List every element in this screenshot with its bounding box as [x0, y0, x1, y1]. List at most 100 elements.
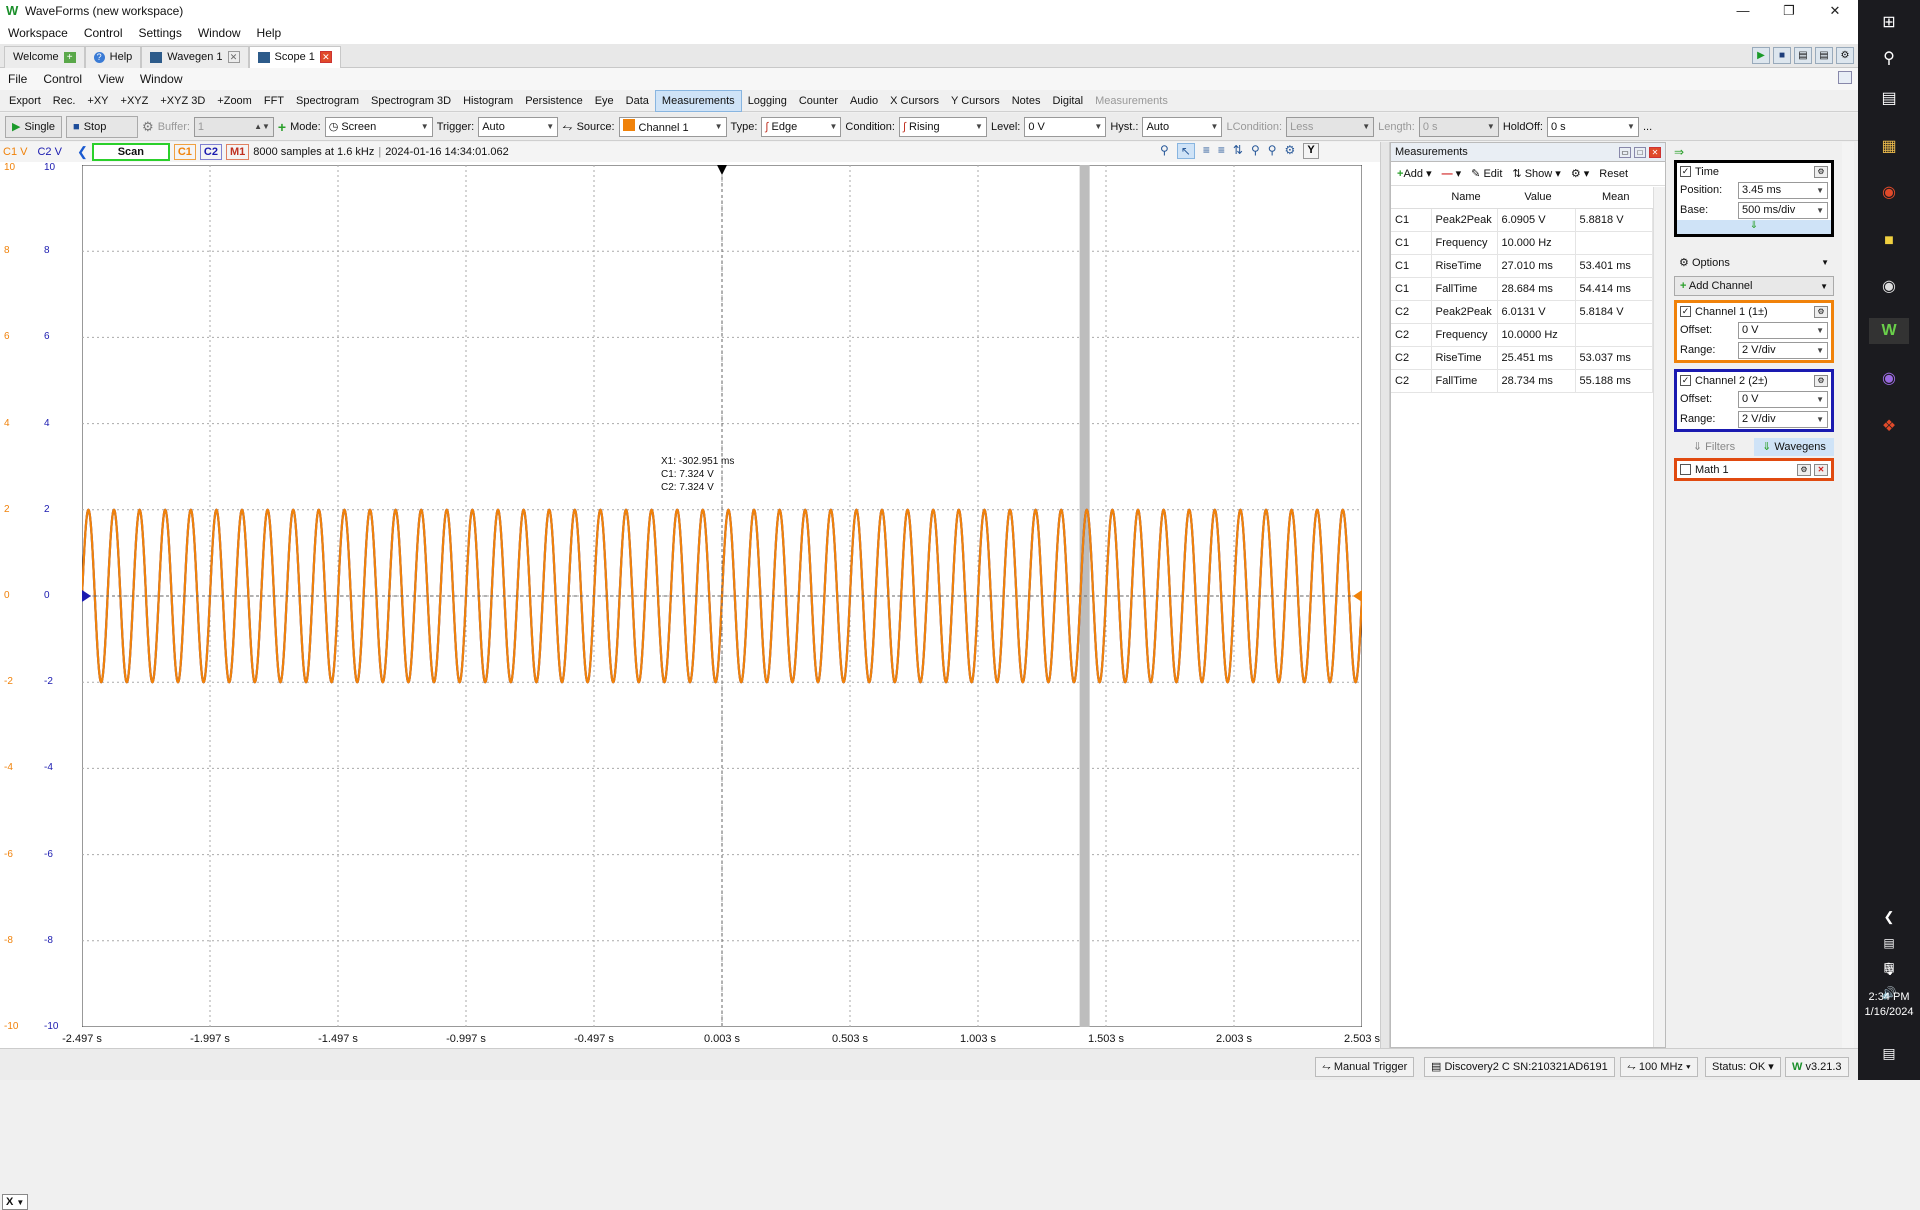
stop-button[interactable]: ■ Stop — [66, 115, 139, 138]
tab-filters[interactable]: ⇓ Filters — [1674, 438, 1754, 456]
splitter[interactable] — [1380, 142, 1390, 1048]
condition-select[interactable]: ∫ Rising ▼ — [898, 116, 987, 137]
holdoff-select[interactable]: 0 s ▼ — [1546, 116, 1639, 137]
chrome-icon[interactable]: ◉ — [1876, 180, 1902, 206]
base-select[interactable]: 500 ms/div ▼ — [1738, 201, 1828, 219]
tab-wavegens[interactable]: ⇓ Wavegens — [1754, 438, 1834, 456]
options-button[interactable]: ⚙ Options ▼ — [1674, 252, 1834, 272]
math1-settings-icon[interactable]: ⚙ — [1797, 463, 1811, 476]
restore-button[interactable]: ❐ — [1766, 0, 1812, 22]
view-export[interactable]: Export — [3, 91, 47, 111]
align-icon[interactable]: ≡ — [1203, 143, 1210, 159]
close-tab-icon[interactable]: ✕ — [319, 51, 332, 63]
view-data[interactable]: Data — [620, 91, 655, 111]
stop-all-icon[interactable]: ■ — [1773, 47, 1791, 64]
trigger-select[interactable]: Auto ▼ — [478, 116, 559, 137]
menu-control[interactable]: Control — [35, 68, 90, 90]
trigger-icon[interactable]: ⥊ — [562, 119, 572, 135]
notifications-icon[interactable]: ▤ — [1876, 1040, 1902, 1066]
channel1-checkbox[interactable]: ✓ — [1680, 306, 1691, 317]
x-axis-button[interactable]: X ▼ — [2, 1194, 28, 1210]
single-button[interactable]: ▶ Single — [5, 115, 63, 138]
collapse-arrow-icon[interactable]: ⇒ — [1674, 145, 1684, 159]
view-spectrogram[interactable]: Spectrogram — [290, 91, 365, 111]
run-all-icon[interactable]: ▶ — [1752, 47, 1770, 64]
chevron-left-icon[interactable]: ❮ — [1876, 904, 1902, 930]
sticky-notes-icon[interactable]: ■ — [1876, 228, 1902, 254]
tab-welcome[interactable]: Welcome + — [4, 45, 85, 68]
math1-checkbox[interactable] — [1680, 464, 1691, 475]
search-icon[interactable]: ⚲ — [1876, 46, 1902, 72]
measurement-row[interactable]: C2 RiseTime 25.451 ms 53.037 ms — [1391, 346, 1653, 370]
align2-icon[interactable]: ≡ — [1218, 143, 1225, 159]
view-persistence[interactable]: Persistence — [519, 91, 588, 111]
view-rec[interactable]: Rec. — [47, 91, 82, 111]
taskbar-clock[interactable]: 2:34 PM 1/16/2024 — [1858, 990, 1920, 1020]
clock-selector[interactable]: ⥊ 100 MHz ▾ — [1620, 1057, 1698, 1077]
view-xyz[interactable]: +XYZ — [115, 91, 155, 111]
minimize-button[interactable]: — — [1720, 0, 1766, 22]
view-logging[interactable]: Logging — [742, 91, 793, 111]
menu-workspace[interactable]: Workspace — [0, 22, 76, 44]
position-select[interactable]: 3.45 ms ▼ — [1738, 181, 1828, 199]
close-tab-icon[interactable]: ✕ — [227, 51, 240, 63]
maximize-icon[interactable]: □ — [1634, 146, 1646, 158]
y-axis-button[interactable]: Y — [1303, 143, 1319, 159]
view-counter[interactable]: Counter — [793, 91, 844, 111]
view-measurements[interactable]: Measurements — [654, 89, 742, 112]
level-select[interactable]: 0 V ▼ — [1024, 116, 1107, 137]
c1-toggle[interactable]: C1 — [173, 144, 196, 160]
task-view-icon[interactable]: ▤ — [1876, 86, 1902, 112]
measurement-row[interactable]: C1 Peak2Peak 6.0905 V 5.8818 V — [1391, 208, 1653, 232]
close-window-button[interactable]: ✕ — [1812, 0, 1858, 22]
measurement-row[interactable]: C2 Frequency 10.0000 Hz — [1391, 323, 1653, 347]
cascade-icon[interactable]: ▤ — [1794, 47, 1812, 64]
dock-icon[interactable] — [1838, 71, 1852, 84]
edit-measurement-button[interactable]: ✎ Edit — [1471, 167, 1502, 180]
measurement-row[interactable]: C1 Frequency 10.000 Hz — [1391, 231, 1653, 255]
buffer-spinbox[interactable]: 1 ▲▼ — [193, 116, 274, 137]
expand-time-icon[interactable]: ⇓ — [1677, 220, 1831, 234]
view-notes[interactable]: Notes — [1006, 91, 1047, 111]
menu-file[interactable]: File — [0, 68, 35, 90]
view-zoom[interactable]: +Zoom — [211, 91, 258, 111]
settings-icon[interactable]: ⚙ — [1836, 47, 1854, 64]
c2-toggle[interactable]: C2 — [199, 144, 222, 160]
measurement-row[interactable]: C1 FallTime 28.684 ms 54.414 ms — [1391, 277, 1653, 301]
oscilloscope-plot[interactable] — [82, 165, 1362, 1027]
waveforms-taskbar-icon[interactable]: W — [1869, 318, 1909, 344]
version-indicator[interactable]: W v3.21.3 — [1785, 1057, 1849, 1077]
tab-scope[interactable]: Scope 1 ✕ — [248, 45, 341, 68]
view-fft[interactable]: FFT — [258, 91, 290, 111]
measurement-settings-button[interactable]: ⚙ ▾ — [1571, 167, 1589, 180]
close-icon[interactable]: ✕ — [1649, 146, 1661, 158]
view-spectrogram3d[interactable]: Spectrogram 3D — [365, 91, 457, 111]
type-select[interactable]: ∫ Edge ▼ — [761, 116, 842, 137]
network-icon[interactable]: ▤ 🔊 — [1876, 954, 1902, 1000]
zoom-out-icon[interactable]: ⚲ — [1268, 143, 1277, 159]
ch1-offset-select[interactable]: 0 V ▼ — [1738, 321, 1828, 339]
view-eye[interactable]: Eye — [589, 91, 620, 111]
app-icon[interactable]: ❖ — [1876, 414, 1902, 440]
zoom-icon[interactable]: ⚲ — [1160, 143, 1169, 159]
menu-help[interactable]: Help — [249, 22, 290, 44]
cursor-mode-icon[interactable]: ↖ — [1176, 143, 1195, 159]
source-select[interactable]: Channel 1 ▼ — [618, 116, 727, 137]
file-explorer-icon[interactable]: ▦ — [1876, 134, 1902, 160]
channel2-checkbox[interactable]: ✓ — [1680, 375, 1691, 386]
measurement-row[interactable]: C2 Peak2Peak 6.0131 V 5.8184 V — [1391, 300, 1653, 324]
tile-icon[interactable]: ▤ — [1815, 47, 1833, 64]
github-icon[interactable]: ◉ — [1876, 366, 1902, 392]
menu-control[interactable]: Control — [76, 22, 131, 44]
add-icon[interactable]: + — [278, 119, 286, 135]
tab-help[interactable]: ? Help — [84, 45, 142, 68]
menu-window[interactable]: Window — [132, 68, 191, 90]
reset-measurement-button[interactable]: Reset — [1599, 168, 1628, 180]
view-digital[interactable]: Digital — [1046, 91, 1089, 111]
windows-start-icon[interactable]: ⊞ — [1876, 10, 1902, 36]
view-histogram[interactable]: Histogram — [457, 91, 519, 111]
menu-settings[interactable]: Settings — [131, 22, 190, 44]
mode-select[interactable]: ◷ Screen ▼ — [324, 116, 433, 137]
view-x-cursors[interactable]: X Cursors — [884, 91, 945, 111]
channel1-settings-icon[interactable]: ⚙ — [1814, 305, 1828, 318]
